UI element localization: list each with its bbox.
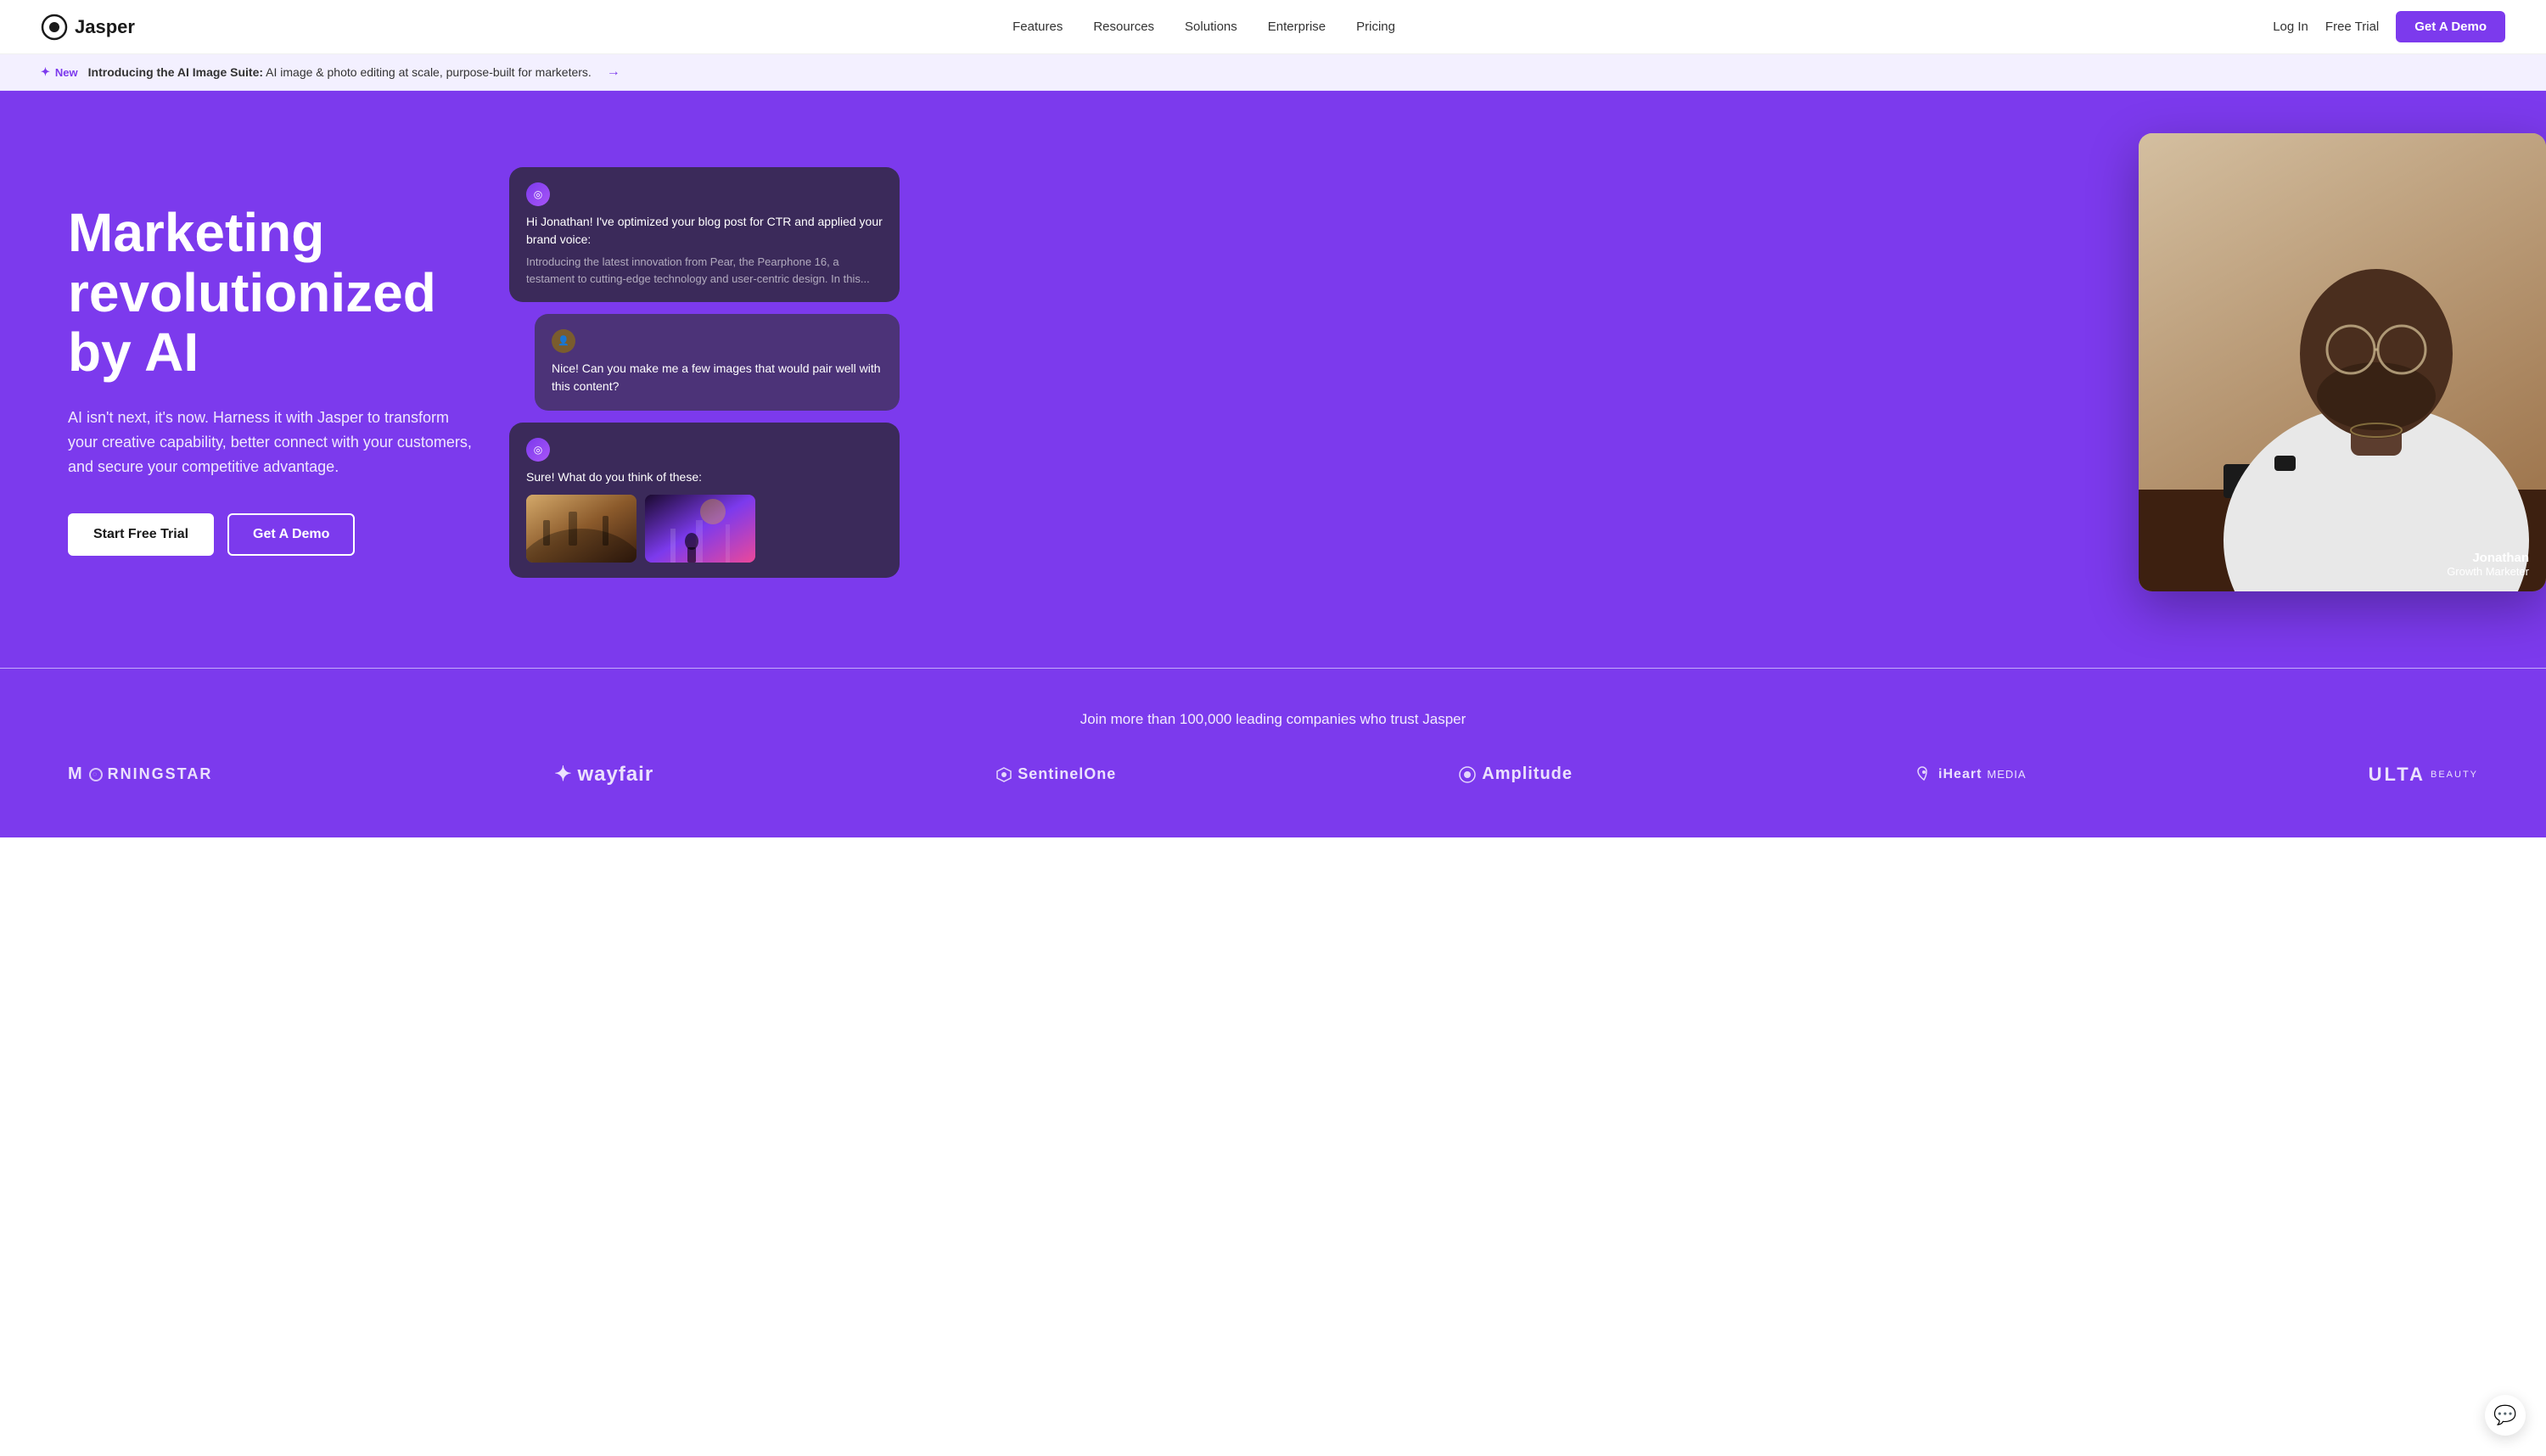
- banner-arrow[interactable]: →: [607, 64, 620, 80]
- chat-body-text-1: Introducing the latest innovation from P…: [526, 254, 883, 287]
- person-label: Jonathan Growth Marketer: [2447, 551, 2529, 578]
- logo-sentinelone: SentinelOne: [995, 765, 1116, 783]
- nav-links: Features Resources Solutions Enterprise …: [1012, 20, 1395, 34]
- logo-wayfair: ✦ wayfair: [554, 762, 653, 787]
- nav-features[interactable]: Features: [1012, 20, 1063, 34]
- logo-ulta: ULTA BEAUTY: [2369, 764, 2478, 786]
- city-image: [645, 495, 755, 563]
- banner-text: Introducing the AI Image Suite: AI image…: [88, 65, 592, 79]
- landscape-image: [526, 495, 636, 563]
- iheartmedia-icon: [1915, 765, 1933, 784]
- chat-text-1: Hi Jonathan! I've optimized your blog po…: [526, 213, 883, 287]
- navbar: Jasper Features Resources Solutions Ente…: [0, 0, 2546, 54]
- chat-text-3: Sure! What do you think of these:: [526, 470, 702, 484]
- sentinelone-icon: [995, 766, 1012, 783]
- trust-headline: Join more than 100,000 leading companies…: [68, 711, 2478, 728]
- chat-header-3: ◎: [526, 438, 883, 462]
- chat-text-2: Nice! Can you make me a few images that …: [552, 361, 881, 393]
- person-name: Jonathan: [2447, 551, 2529, 565]
- get-demo-button[interactable]: Get A Demo: [2396, 11, 2505, 42]
- hero-left: Marketing revolutionized by AI AI isn't …: [68, 203, 509, 556]
- chat-images: [526, 495, 883, 563]
- hero-get-demo-button[interactable]: Get A Demo: [227, 513, 355, 556]
- chat-support-button[interactable]: 💬: [2485, 1395, 2526, 1436]
- nav-pricing[interactable]: Pricing: [1356, 20, 1395, 34]
- chat-bubble-3: ◎ Sure! What do you think of these:: [509, 423, 900, 578]
- hero-section: Marketing revolutionized by AI AI isn't …: [0, 91, 2546, 668]
- nav-enterprise[interactable]: Enterprise: [1268, 20, 1326, 34]
- hero-right: ◎ Hi Jonathan! I've optimized your blog …: [509, 167, 2478, 591]
- jasper-avatar-3: ◎: [526, 438, 550, 462]
- banner-bold-text: Introducing the AI Image Suite:: [88, 65, 263, 79]
- wayfair-icon: ✦: [554, 762, 572, 787]
- announcement-banner[interactable]: ✦ New Introducing the AI Image Suite: AI…: [0, 54, 2546, 91]
- logo[interactable]: Jasper: [41, 14, 135, 41]
- free-trial-link[interactable]: Free Trial: [2325, 20, 2379, 34]
- hero-buttons: Start Free Trial Get A Demo: [68, 513, 509, 556]
- amplitude-icon: [1458, 765, 1477, 784]
- nav-resources[interactable]: Resources: [1093, 20, 1154, 34]
- chat-image-1: [526, 495, 636, 563]
- banner-new-badge: ✦ New: [41, 65, 78, 79]
- section-divider: [0, 668, 2546, 669]
- hero-title: Marketing revolutionized by AI: [68, 203, 509, 382]
- sparkle-icon: ✦: [41, 65, 50, 79]
- jasper-avatar-1: ◎: [526, 182, 550, 206]
- trust-section: Join more than 100,000 leading companies…: [0, 669, 2546, 837]
- person-card: Jonathan Growth Marketer: [2139, 133, 2546, 591]
- chat-area: ◎ Hi Jonathan! I've optimized your blog …: [509, 167, 900, 590]
- chat-header-1: ◎: [526, 182, 883, 206]
- logo-amplitude: Amplitude: [1458, 764, 1573, 784]
- logo-iheartmedia: iHeartMEDIA: [1915, 765, 2027, 784]
- person-title: Growth Marketer: [2447, 565, 2529, 578]
- chat-main-text-1: Hi Jonathan! I've optimized your blog po…: [526, 215, 883, 246]
- user-avatar-2: 👤: [552, 329, 575, 353]
- banner-new-label: New: [55, 66, 78, 79]
- login-link[interactable]: Log In: [2273, 20, 2308, 34]
- chat-bubble-2: 👤 Nice! Can you make me a few images tha…: [535, 314, 900, 411]
- nav-solutions[interactable]: Solutions: [1185, 20, 1237, 34]
- chat-header-2: 👤: [552, 329, 883, 353]
- jasper-logo-icon: [41, 14, 68, 41]
- chat-bubble-1: ◎ Hi Jonathan! I've optimized your blog …: [509, 167, 900, 302]
- chat-image-2: [645, 495, 755, 563]
- morningstar-circle-icon: ◌: [89, 768, 103, 781]
- logo-text: Jasper: [75, 16, 135, 38]
- logos-row: M ◌ RNINGSTAR ✦ wayfair SentinelOne Ampl…: [68, 762, 2478, 787]
- banner-body-text: AI image & photo editing at scale, purpo…: [266, 65, 592, 79]
- morningstar-icon: M: [68, 764, 84, 784]
- logo-morningstar: M ◌ RNINGSTAR: [68, 764, 212, 784]
- hero-subtitle: AI isn't next, it's now. Harness it with…: [68, 406, 475, 479]
- nav-right: Log In Free Trial Get A Demo: [2273, 11, 2505, 42]
- start-free-trial-button[interactable]: Start Free Trial: [68, 513, 214, 556]
- chat-icon: 💬: [2493, 1404, 2516, 1426]
- person-illustration: [2139, 133, 2546, 591]
